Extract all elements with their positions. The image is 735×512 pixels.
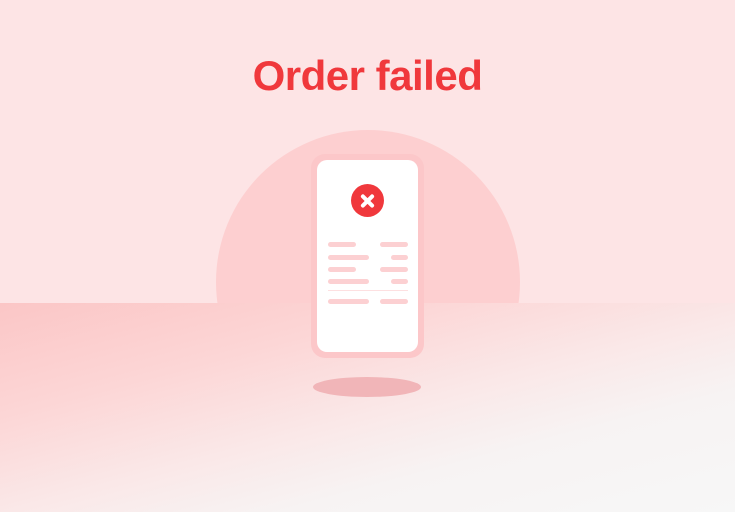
receipt-line [380,242,408,247]
receipt-line [328,242,356,247]
receipt-line [391,255,408,260]
receipt-line [328,279,369,284]
receipt-divider [328,290,408,291]
receipt-line [380,299,408,304]
phone-screen [317,160,418,352]
phone-illustration [311,154,424,358]
receipt-line [391,279,408,284]
receipt-line [328,267,356,272]
order-failed-scene: Order failed [0,0,735,512]
receipt-line [328,255,369,260]
phone-shadow [313,377,421,397]
page-title: Order failed [252,52,483,99]
receipt-line [328,299,369,304]
receipt-line [380,267,408,272]
close-icon [351,184,384,217]
